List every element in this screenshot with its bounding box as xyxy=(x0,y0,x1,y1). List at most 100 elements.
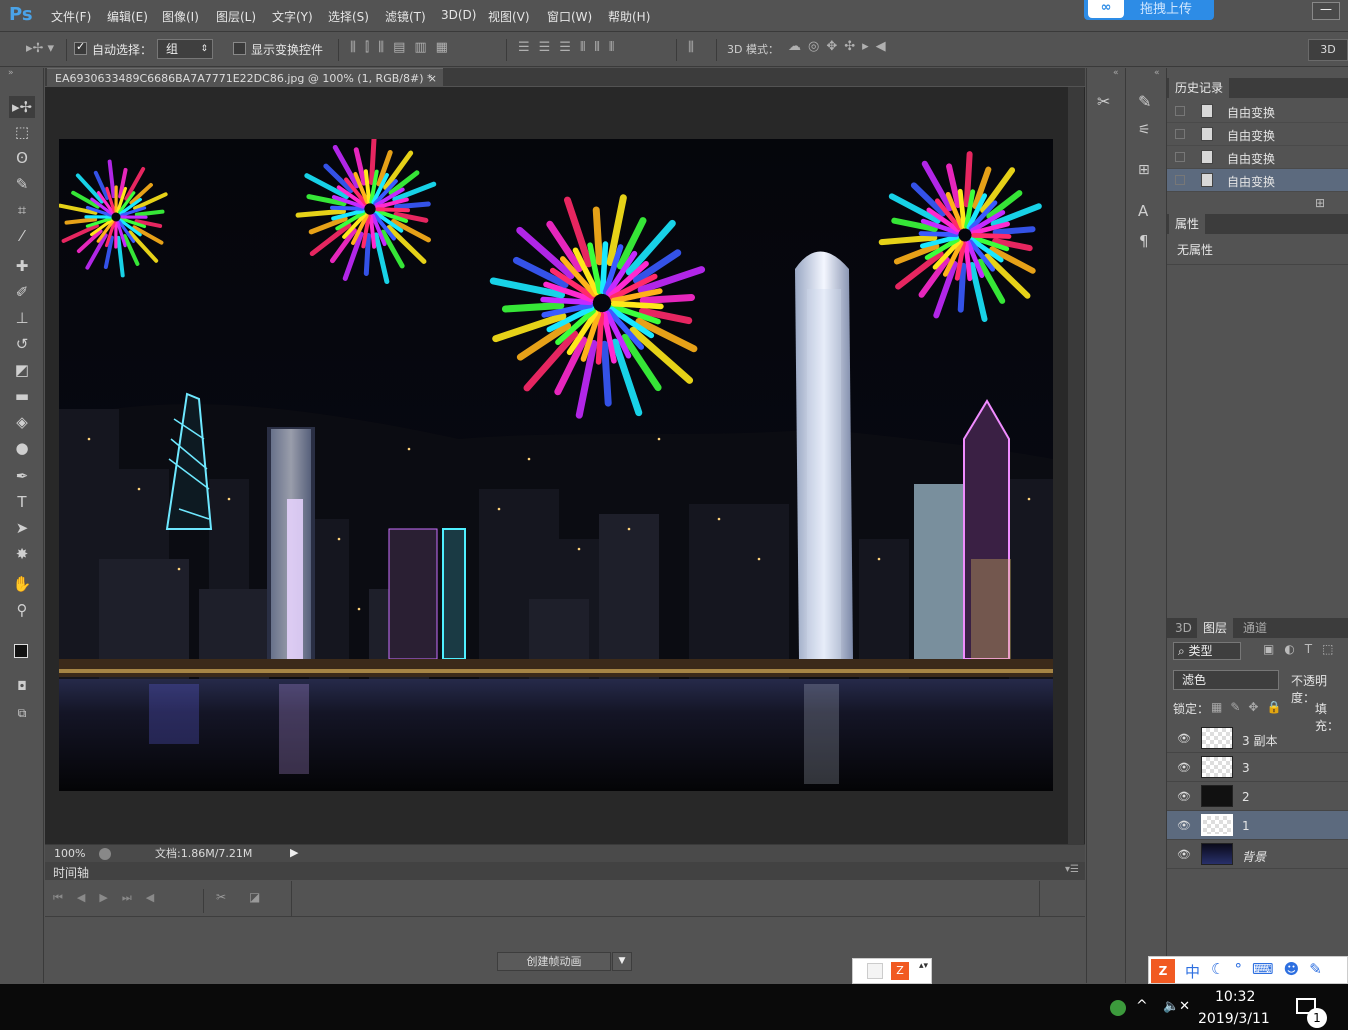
clock-date[interactable]: 2019/3/11 xyxy=(1198,1011,1270,1027)
layer-row[interactable]: 👁 3 xyxy=(1167,753,1348,782)
upload-badge[interactable]: ∞ 拖拽上传 xyxy=(1084,0,1214,20)
brush-preset-icon[interactable]: ✎ xyxy=(1138,92,1151,111)
pen-tool-icon[interactable]: ✒ xyxy=(9,465,35,487)
layer-row[interactable]: 👁 背景 xyxy=(1167,840,1348,869)
transition-icon[interactable]: ◪ xyxy=(249,890,260,904)
menu-help[interactable]: 帮助(H) xyxy=(608,8,650,25)
document-icon xyxy=(1201,150,1213,164)
eyedropper-tool-icon[interactable]: ⁄ xyxy=(9,225,35,247)
character-icon[interactable]: A xyxy=(1138,202,1148,220)
tray-expand-icon[interactable]: ^ xyxy=(1136,998,1148,1014)
tab-layers[interactable]: 图层 xyxy=(1197,618,1234,638)
create-frame-animation-button[interactable]: 创建帧动画 xyxy=(497,952,611,971)
adjustment-icon[interactable]: ⚟ xyxy=(1138,122,1151,138)
tab-channels[interactable]: 通道 xyxy=(1237,618,1273,638)
menu-filter[interactable]: 滤镜(T) xyxy=(385,8,426,25)
minimize-button[interactable]: — xyxy=(1312,2,1340,20)
menu-layer[interactable]: 图层(L) xyxy=(216,8,256,25)
crop-tool-icon[interactable]: ⌗ xyxy=(9,199,35,221)
ime-toolbar[interactable]: Z 中 ☾°⌨☻✎ xyxy=(1148,956,1348,984)
show-transform-checkbox[interactable] xyxy=(233,42,246,55)
clock-time[interactable]: 10:32 xyxy=(1215,989,1255,1005)
auto-align-icon[interactable]: ⫼ xyxy=(688,40,694,55)
auto-select-combo[interactable]: 组 ⇕ xyxy=(157,39,213,59)
gradient-tool-icon[interactable]: ▬ xyxy=(9,385,35,407)
3d-mode-icons[interactable]: ☁◎✥✣▸◀ xyxy=(788,39,893,54)
hand-tool-icon[interactable]: ✋ xyxy=(9,573,35,595)
align-icons[interactable]: ⫼⫿⫼▤▥▦ xyxy=(350,40,457,55)
menu-image[interactable]: 图像(I) xyxy=(162,8,199,25)
timeline-title[interactable]: 时间轴 xyxy=(53,864,89,881)
shape-tool-icon[interactable]: ✸ xyxy=(9,543,35,565)
menu-select[interactable]: 选择(S) xyxy=(328,8,369,25)
type-tool-icon[interactable]: T xyxy=(9,491,35,513)
layer-row-selected[interactable]: 👁 1 xyxy=(1167,811,1348,840)
auto-select-checkbox[interactable]: ✓ xyxy=(74,40,87,55)
quick-mask-icon[interactable]: ◘ xyxy=(9,675,35,697)
new-snapshot-icon[interactable]: ⊞ xyxy=(1315,196,1325,210)
panel-dock-right: « ✎ ⚟ ⊞ A ¶ xyxy=(1125,68,1165,983)
quick-select-tool-icon[interactable]: ✎ xyxy=(9,173,35,195)
menu-window[interactable]: 窗口(W) xyxy=(547,8,592,25)
menu-edit[interactable]: 编辑(E) xyxy=(107,8,148,25)
status-icon[interactable] xyxy=(99,848,111,860)
tab-history[interactable]: 历史记录 xyxy=(1169,78,1230,98)
menu-3d[interactable]: 3D(D) xyxy=(441,8,476,22)
layer-filter-icons[interactable]: ▣◐T⬚ xyxy=(1263,642,1343,656)
layer-thumbnail xyxy=(1201,785,1233,807)
scissors-icon[interactable]: ✂ xyxy=(216,890,226,904)
status-menu-arrow-icon[interactable]: ▶ xyxy=(290,845,298,861)
document-tab[interactable]: EA6930633489C6686BA7A7771E22DC86.jpg @ 1… xyxy=(47,68,443,87)
layer-filter-select[interactable]: ⌕ 类型 xyxy=(1173,642,1241,660)
notification-count: 1 xyxy=(1307,1008,1327,1028)
tab-properties[interactable]: 属性 xyxy=(1169,214,1206,234)
ime-icons[interactable]: ☾°⌨☻✎ xyxy=(1211,960,1332,978)
panel-menu-icon[interactable]: ▾☰ xyxy=(1065,864,1079,875)
history-item[interactable]: 自由变换 xyxy=(1167,100,1348,123)
vertical-scrollbar[interactable] xyxy=(1068,87,1084,844)
lasso-tool-icon[interactable]: ʘ xyxy=(9,147,35,169)
paragraph-icon[interactable]: ¶ xyxy=(1139,232,1149,250)
firework-3 xyxy=(489,194,706,419)
distribute-icons[interactable]: ☰☰☰⫴⫴⫴ xyxy=(518,40,623,55)
move-tool-icon[interactable]: ▸✢ ▾ xyxy=(26,41,54,56)
tools-preset-icon[interactable]: ✂ xyxy=(1097,92,1110,111)
blend-mode-select[interactable]: 滤色 xyxy=(1173,670,1279,690)
security-tray-icon[interactable] xyxy=(1110,1000,1126,1016)
move-tool-icon[interactable]: ▸✢ xyxy=(9,96,35,118)
menu-type[interactable]: 文字(Y) xyxy=(272,8,313,25)
history-item[interactable]: 自由变换 xyxy=(1167,123,1348,146)
tab-3d[interactable]: 3D xyxy=(1169,618,1198,638)
lock-icons[interactable]: ▦✎✥🔒 xyxy=(1211,700,1289,714)
eraser-tool-icon[interactable]: ◩ xyxy=(9,359,35,381)
screen-mode-icon[interactable]: ⧉ xyxy=(9,702,35,724)
close-tab-icon[interactable]: × xyxy=(428,69,437,88)
zoom-level[interactable]: 100% xyxy=(54,846,85,862)
document-icon xyxy=(1201,104,1213,118)
3d-workspace-button[interactable]: 3D xyxy=(1308,39,1348,61)
volume-muted-icon[interactable]: 🔈✕ xyxy=(1163,999,1190,1014)
marquee-tool-icon[interactable]: ⬚ xyxy=(9,121,35,143)
ime-language[interactable]: 中 xyxy=(1185,961,1200,982)
foreground-color-swatch[interactable] xyxy=(14,644,28,658)
menu-file[interactable]: 文件(F) xyxy=(51,8,91,25)
clone-stamp-icon[interactable]: ⊥ xyxy=(9,307,35,329)
history-item-selected[interactable]: 自由变换 xyxy=(1167,169,1348,192)
history-item[interactable]: 自由变换 xyxy=(1167,146,1348,169)
zoom-tool-icon[interactable]: ⚲ xyxy=(9,599,35,621)
animation-dropdown-icon[interactable]: ▼ xyxy=(612,952,632,971)
brush-tool-icon[interactable]: ✐ xyxy=(9,281,35,303)
clone-source-icon[interactable]: ⊞ xyxy=(1138,162,1150,178)
dodge-tool-icon[interactable]: ● xyxy=(9,437,35,459)
infinity-icon: ∞ xyxy=(1088,0,1124,18)
history-brush-icon[interactable]: ↺ xyxy=(9,333,35,355)
path-select-icon[interactable]: ➤ xyxy=(9,517,35,539)
blur-tool-icon[interactable]: ◈ xyxy=(9,411,35,433)
menu-view[interactable]: 视图(V) xyxy=(488,8,530,25)
layer-row[interactable]: 👁 3 副本 xyxy=(1167,724,1348,753)
ime-mini-toolbar[interactable]: Z ▴▾ xyxy=(852,958,932,984)
healing-brush-icon[interactable]: ✚ xyxy=(9,255,35,277)
layer-row[interactable]: 👁 2 xyxy=(1167,782,1348,811)
playback-icons[interactable]: ⏮◀▶⏭◀ xyxy=(53,891,168,905)
document-canvas[interactable] xyxy=(59,139,1053,791)
